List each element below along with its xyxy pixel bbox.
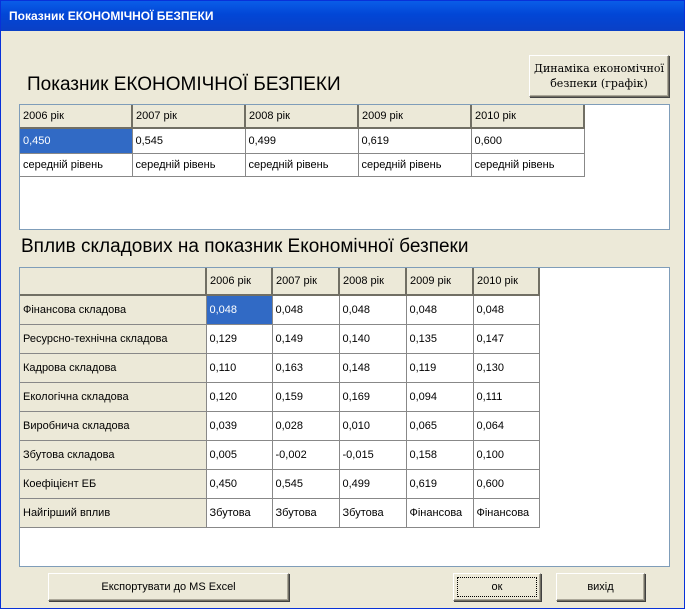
value-cell[interactable]: Фінансова: [473, 498, 540, 528]
main-window: Показник ЕКОНОМІЧНОЇ БЕЗПЕКИ Показник ЕК…: [0, 0, 685, 609]
value-cell[interactable]: 0,129: [206, 324, 273, 354]
value-cell[interactable]: 0,130: [473, 353, 540, 383]
value-cell[interactable]: 0,010: [339, 411, 407, 441]
value-cell[interactable]: Фінансова: [406, 498, 474, 528]
components-influence-grid[interactable]: 2006 рік 2007 рік 2008 рік 2009 рік 2010 рік…: [19, 267, 670, 567]
table-row: середній рівень середній рівень середній р…: [20, 153, 585, 177]
corner-cell: [20, 268, 207, 296]
ok-button[interactable]: ок: [453, 573, 541, 601]
value-cell[interactable]: 0,545: [272, 469, 340, 499]
year-header: 2008 рік: [339, 268, 407, 296]
index-value-cell[interactable]: 0,600: [471, 128, 585, 154]
row-label: Екологічна складова: [20, 382, 207, 412]
table-row: Екологічна складова 0,120 0,159 0,169 0,094 0…: [20, 382, 540, 412]
value-cell[interactable]: 0,149: [272, 324, 340, 354]
value-cell[interactable]: 0,169: [339, 382, 407, 412]
table-row: Виробнича складова 0,039 0,028 0,010 0,065 0,…: [20, 411, 540, 441]
top-heading: Показник ЕКОНОМІЧНОЇ БЕЗПЕКИ: [27, 74, 341, 95]
header-row: 2006 рік 2007 рік 2008 рік 2009 рік 2010 рік: [20, 268, 540, 296]
level-cell[interactable]: середній рівень: [358, 153, 472, 177]
value-cell[interactable]: 0,100: [473, 440, 540, 470]
level-cell[interactable]: середній рівень: [20, 153, 133, 177]
year-header: 2009 рік: [406, 268, 474, 296]
year-header: 2007 рік: [132, 105, 246, 129]
value-cell[interactable]: 0,148: [339, 353, 407, 383]
level-cell[interactable]: середній рівень: [132, 153, 246, 177]
year-header: 2006 рік: [206, 268, 273, 296]
value-cell[interactable]: 0,140: [339, 324, 407, 354]
value-cell[interactable]: 0,499: [339, 469, 407, 499]
table-row: Коефіцієнт ЕБ 0,450 0,545 0,499 0,619 0,600: [20, 469, 540, 499]
index-value-cell[interactable]: 0,499: [245, 128, 359, 154]
value-cell[interactable]: 0,450: [206, 469, 273, 499]
index-value-cell[interactable]: 0,545: [132, 128, 246, 154]
value-cell[interactable]: 0,039: [206, 411, 273, 441]
exit-button[interactable]: вихід: [556, 573, 645, 601]
year-header: 2007 рік: [272, 268, 340, 296]
value-cell[interactable]: 0,048: [272, 295, 340, 325]
value-cell[interactable]: 0,619: [406, 469, 474, 499]
chart-button[interactable]: Динаміка економічної безпеки (графік): [529, 55, 669, 97]
export-excel-button[interactable]: Експортувати до MS Excel: [48, 573, 289, 601]
index-value-cell[interactable]: 0,619: [358, 128, 472, 154]
value-cell[interactable]: 0,111: [473, 382, 540, 412]
value-cell[interactable]: 0,048: [473, 295, 540, 325]
window-title: Показник ЕКОНОМІЧНОЇ БЕЗПЕКИ: [1, 1, 684, 31]
security-index-grid[interactable]: 2006 рік 2007 рік 2008 рік 2009 рік 2010 рік…: [19, 104, 670, 230]
security-index-table: 2006 рік 2007 рік 2008 рік 2009 рік 2010 рік…: [20, 105, 585, 177]
value-cell[interactable]: Збутова: [206, 498, 273, 528]
table-row: Кадрова складова 0,110 0,163 0,148 0,119 0,13…: [20, 353, 540, 383]
value-cell[interactable]: Збутова: [272, 498, 340, 528]
index-value-cell[interactable]: 0,450: [20, 128, 133, 154]
value-cell[interactable]: 0,120: [206, 382, 273, 412]
table-row: Фінансова складова 0,048 0,048 0,048 0,048 0,…: [20, 295, 540, 325]
year-header: 2010 рік: [471, 105, 585, 129]
value-cell[interactable]: 0,163: [272, 353, 340, 383]
value-cell[interactable]: 0,048: [206, 295, 273, 325]
value-cell[interactable]: 0,048: [406, 295, 474, 325]
bottom-heading: Вплив складових на показник Економічної …: [21, 236, 469, 257]
value-cell[interactable]: 0,147: [473, 324, 540, 354]
value-cell[interactable]: Збутова: [339, 498, 407, 528]
year-header: 2006 рік: [20, 105, 133, 129]
year-header: 2008 рік: [245, 105, 359, 129]
value-cell[interactable]: 0,119: [406, 353, 474, 383]
row-label: Ресурсно-технічна складова: [20, 324, 207, 354]
value-cell[interactable]: -0,002: [272, 440, 340, 470]
value-cell[interactable]: -0,015: [339, 440, 407, 470]
table-row: Найгірший вплив Збутова Збутова Збутова Фіна…: [20, 498, 540, 528]
level-cell[interactable]: середній рівень: [471, 153, 585, 177]
row-label: Виробнича складова: [20, 411, 207, 441]
year-header: 2009 рік: [358, 105, 472, 129]
row-label: Фінансова складова: [20, 295, 207, 325]
row-label: Збутова складова: [20, 440, 207, 470]
header-row: 2006 рік 2007 рік 2008 рік 2009 рік 2010 рік: [20, 105, 585, 129]
value-cell[interactable]: 0,005: [206, 440, 273, 470]
components-influence-table: 2006 рік 2007 рік 2008 рік 2009 рік 2010 рік…: [20, 268, 540, 528]
row-label: Найгірший вплив: [20, 498, 207, 528]
table-row: Збутова складова 0,005 -0,002 -0,015 0,158 0,…: [20, 440, 540, 470]
value-cell[interactable]: 0,135: [406, 324, 474, 354]
value-cell[interactable]: 0,048: [339, 295, 407, 325]
row-label: Кадрова складова: [20, 353, 207, 383]
row-label: Коефіцієнт ЕБ: [20, 469, 207, 499]
value-cell[interactable]: 0,110: [206, 353, 273, 383]
value-cell[interactable]: 0,065: [406, 411, 474, 441]
table-row: 0,450 0,545 0,499 0,619 0,600: [20, 128, 585, 154]
value-cell[interactable]: 0,028: [272, 411, 340, 441]
year-header: 2010 рік: [473, 268, 540, 296]
level-cell[interactable]: середній рівень: [245, 153, 359, 177]
value-cell[interactable]: 0,094: [406, 382, 474, 412]
value-cell[interactable]: 0,064: [473, 411, 540, 441]
table-row: Ресурсно-технічна складова 0,129 0,149 0,14…: [20, 324, 540, 354]
value-cell[interactable]: 0,158: [406, 440, 474, 470]
value-cell[interactable]: 0,600: [473, 469, 540, 499]
value-cell[interactable]: 0,159: [272, 382, 340, 412]
